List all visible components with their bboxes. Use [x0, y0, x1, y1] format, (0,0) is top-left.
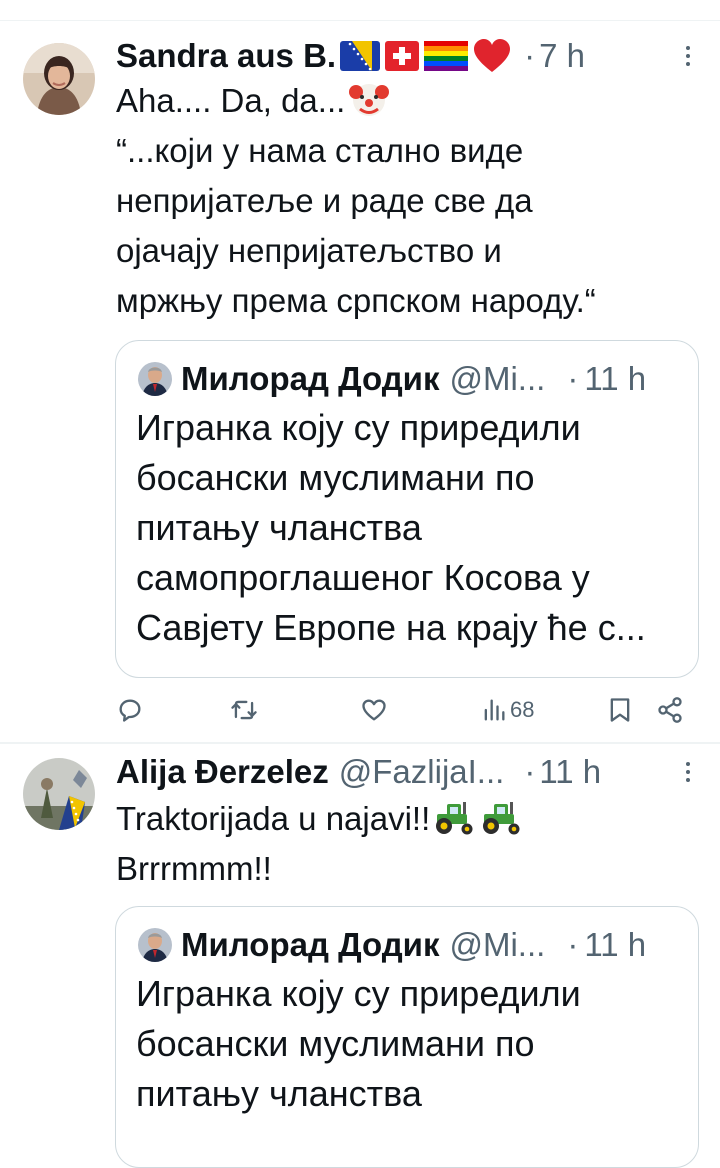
tweet-text: Traktorijada u najavi!! Brrrmmm!!	[116, 794, 700, 894]
timestamp[interactable]: 7 h	[539, 34, 585, 78]
tweet[interactable]: Alija Đerzelez @FazlijaI... · 11 h Trakt…	[0, 744, 720, 1168]
tweet-header: Sandra aus B. · 7 h	[116, 34, 700, 78]
tweet-text-line: Traktorijada u najavi!!	[116, 794, 700, 844]
quoted-text-line: Игранка коју су приредили	[136, 973, 581, 1014]
quoted-tweet-header: Милорад Додик @Mi... · 11 h	[138, 357, 680, 401]
quoted-text-line: питању чланства	[136, 1073, 422, 1114]
tweet-text-line: Brrrmmm!!	[116, 850, 272, 887]
quoted-avatar	[138, 928, 172, 962]
avatar[interactable]	[23, 43, 95, 115]
separator-dot: ·	[567, 926, 579, 963]
red-heart-icon	[474, 39, 511, 72]
quoted-tweet[interactable]: Милорад Додик @Mi... · 11 h Игранка коју…	[115, 906, 699, 1168]
views-button[interactable]: 68	[482, 690, 534, 730]
display-name[interactable]: Alija Đerzelez	[116, 750, 329, 794]
views-count: 68	[510, 697, 535, 722]
tweet-text-line: ојачају непријатељство и	[116, 232, 502, 269]
tractor-icon	[483, 802, 520, 835]
tweet-text-line: “...који у нама стално виде	[116, 132, 524, 169]
tweet-actions: 68	[116, 690, 706, 730]
separator-dot: ·	[524, 753, 536, 790]
separator-dot: ·	[524, 37, 536, 74]
quoted-timestamp: 11 h	[584, 926, 647, 963]
quoted-text-line: Игранка коју су приредили	[136, 407, 581, 448]
quoted-tweet-header: Милорад Додик @Mi... · 11 h	[138, 923, 680, 967]
quoted-text-line: питању чланства	[136, 507, 422, 548]
tweet-text-line: Aha.... Da, da...	[116, 76, 700, 126]
tweet-header: Alija Đerzelez @FazlijaI... · 11 h	[116, 750, 700, 794]
reply-button[interactable]	[116, 690, 144, 730]
quoted-timestamp: 11 h	[584, 360, 647, 397]
quoted-avatar	[138, 362, 172, 396]
quoted-text-line: босански муслимани по	[136, 457, 535, 498]
tweet-text-line: мржњу према српском народу.“	[116, 282, 596, 319]
heart-icon	[362, 699, 386, 721]
quoted-handle[interactable]: @Mi...	[449, 926, 545, 964]
retweet-button[interactable]	[229, 690, 259, 730]
quoted-text-line: самопроглашеног Косова у	[136, 557, 590, 598]
quoted-text-line: Савјету Европе на крају ће с...	[136, 607, 646, 648]
quoted-display-name[interactable]: Милорад Додик	[181, 360, 439, 398]
avatar[interactable]	[23, 758, 95, 830]
like-button[interactable]	[360, 690, 388, 730]
name-emojis	[340, 39, 516, 73]
tweet[interactable]: Sandra aus B. · 7 h Aha.... Da, da... “.…	[0, 22, 720, 742]
timestamp[interactable]: 11 h	[539, 750, 601, 794]
views-icon	[484, 699, 505, 721]
bookmark-icon	[610, 698, 630, 722]
bookmark-button[interactable]	[608, 690, 632, 730]
rainbow-flag-icon	[424, 41, 469, 71]
reply-icon	[119, 699, 141, 722]
separator-dot: ·	[567, 360, 579, 397]
flag-switzerland-icon	[385, 41, 420, 71]
quoted-tweet-text: Игранка коју су приредили босански мусли…	[136, 969, 684, 1119]
more-options-icon[interactable]	[678, 36, 698, 76]
retweet-icon	[231, 700, 257, 720]
share-icon	[658, 697, 682, 723]
clown-face-icon	[349, 84, 390, 116]
tweet-text: Aha.... Da, da... “...који у нама стално…	[116, 76, 700, 326]
flag-bosnia-icon	[340, 41, 381, 71]
top-divider	[0, 20, 720, 21]
display-name[interactable]: Sandra aus B.	[116, 34, 336, 78]
quoted-text-line: босански муслимани по	[136, 1023, 535, 1064]
more-options-icon[interactable]	[678, 752, 698, 792]
quoted-tweet-text: Игранка коју су приредили босански мусли…	[136, 403, 684, 653]
quoted-display-name[interactable]: Милорад Додик	[181, 926, 439, 964]
share-button[interactable]	[656, 690, 684, 730]
quoted-tweet[interactable]: Милорад Додик @Mi... · 11 h Игранка коју…	[115, 340, 699, 678]
tractor-icon	[436, 802, 473, 835]
quoted-handle[interactable]: @Mi...	[449, 360, 545, 398]
tweet-text-line: непријатеље и раде све да	[116, 182, 533, 219]
handle[interactable]: @FazlijaI...	[339, 750, 505, 794]
